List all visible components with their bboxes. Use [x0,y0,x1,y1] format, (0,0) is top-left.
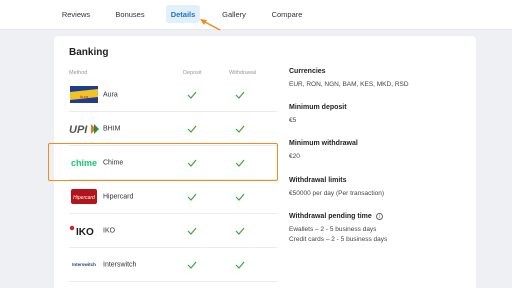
pending-cards: Credit cards – 2 - 5 business days [289,236,388,243]
withdrawal-check-icon [235,193,245,201]
min-withdrawal-section: Minimum withdrawal €20 [289,140,358,162]
payment-method-row: IKO IKO [69,214,277,248]
method-name: IKO [103,227,116,234]
deposit-check-icon [187,91,197,99]
withdrawal-limits-value: €50000 per day (Per transaction) [289,190,385,197]
svg-text:UPI: UPI [69,124,88,136]
tab-reviews[interactable]: Reviews [60,5,92,23]
min-deposit-value: €5 [289,117,297,124]
deposit-check-icon [187,227,197,235]
interswitch-logo: Interswitch [72,262,96,267]
column-method: Method [69,70,88,76]
min-withdrawal-label: Minimum withdrawal [289,140,358,147]
payment-method-row: Hipercard Hipercard [69,180,277,214]
payment-method-row: Aura Aura [69,78,277,112]
svg-text:Aura: Aura [80,94,89,99]
method-name: Hipercard [103,193,134,200]
svg-text:IKO: IKO [76,227,94,238]
tab-bonuses[interactable]: Bonuses [114,5,146,23]
tab-details[interactable]: Details [166,5,200,23]
pending-time-label: Withdrawal pending time [289,213,372,220]
withdrawal-check-icon [235,91,245,99]
currencies-label: Currencies [289,68,326,75]
svg-text:Hipercard: Hipercard [73,195,95,201]
method-name: BHIM [103,125,121,132]
method-name: Interswitch [103,261,137,268]
withdrawal-check-icon [235,261,245,269]
tab-bar: Reviews Bonuses Details Gallery Compare [0,0,512,30]
min-deposit-section: Minimum deposit €5 [289,104,347,126]
pending-time-section: Withdrawal pending time i Ewallets – 2 -… [289,213,387,245]
deposit-check-icon [187,261,197,269]
aura-logo: Aura [69,86,99,104]
payment-method-row: UPI BHIM [69,112,277,146]
withdrawal-limits-section: Withdrawal limits €50000 per day (Per tr… [289,177,384,199]
withdrawal-limits-label: Withdrawal limits [289,177,347,184]
iko-logo: IKO [69,222,99,240]
withdrawal-check-icon [235,125,245,133]
chime-highlight-box [48,143,278,181]
deposit-check-icon [187,193,197,201]
column-deposit: Deposit [183,70,202,76]
hipercard-logo: Hipercard [69,188,99,206]
currencies-value: EUR, RON, NGN, BAM, KES, MKD, RSD [289,81,409,88]
banking-title: Banking [69,47,109,58]
tab-compare[interactable]: Compare [270,5,304,23]
min-withdrawal-value: €20 [289,153,300,160]
method-name: Aura [103,91,118,98]
payment-method-row: Interswitch Interswitch [69,248,277,282]
withdrawal-check-icon [235,227,245,235]
annotation-arrow-icon [200,19,221,31]
deposit-check-icon [187,125,197,133]
column-withdrawal: Withdrawal [229,70,257,76]
currencies-section: Currencies EUR, RON, NGN, BAM, KES, MKD,… [289,68,409,90]
min-deposit-label: Minimum deposit [289,104,347,111]
upi-logo: UPI [69,120,99,138]
tab-gallery[interactable]: Gallery [220,5,248,23]
info-icon[interactable]: i [375,213,383,220]
pending-ewallets: Ewallets – 2 - 5 business days [289,226,377,233]
